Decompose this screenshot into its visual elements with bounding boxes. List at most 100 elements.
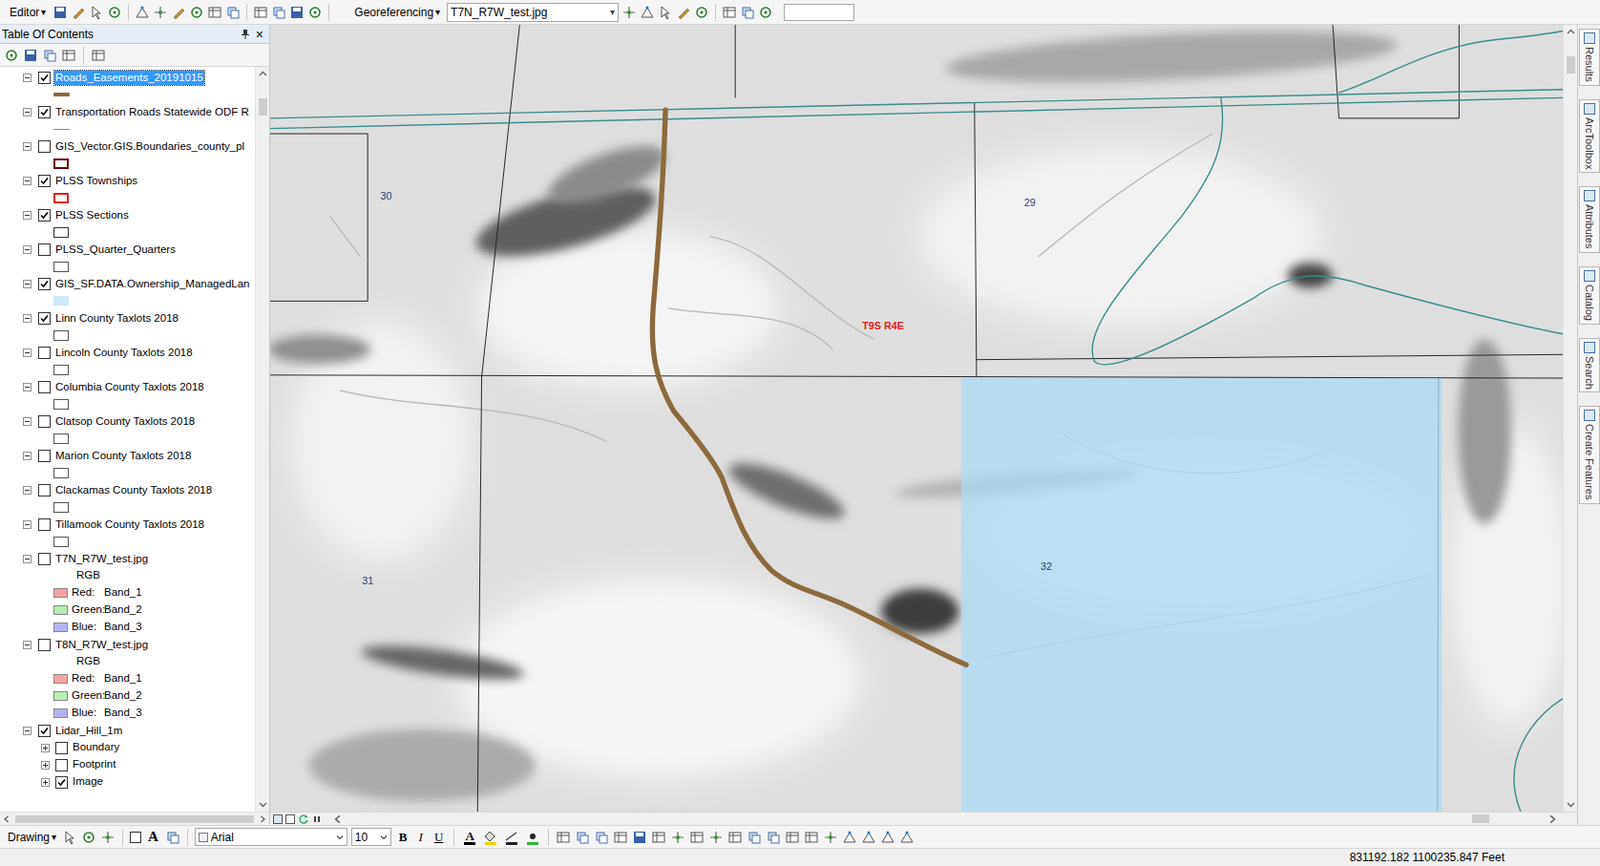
marker-color-icon[interactable] xyxy=(524,829,542,845)
layer-row[interactable]: Lidar_Hill_1m xyxy=(0,721,255,739)
dock-tab[interactable]: Catalog xyxy=(1578,266,1600,325)
scale-field[interactable] xyxy=(783,3,855,22)
layer-name[interactable]: PLSS Townships xyxy=(54,173,139,189)
toolbar-icon[interactable] xyxy=(670,829,686,845)
checkbox[interactable] xyxy=(38,105,51,119)
toolbar-icon[interactable] xyxy=(861,829,877,845)
checkbox[interactable] xyxy=(38,552,51,566)
checkbox[interactable] xyxy=(55,758,68,772)
toolbar-icon[interactable] xyxy=(639,4,655,21)
toolbar-icon[interactable] xyxy=(62,829,78,845)
layout-view-button[interactable] xyxy=(285,814,295,824)
editor-menu[interactable]: Editor▾ xyxy=(5,3,50,22)
scroll-right-icon[interactable] xyxy=(257,814,268,824)
drawing-menu[interactable]: Drawing▾ xyxy=(5,828,59,846)
size-dropdown[interactable]: 10 xyxy=(351,827,392,846)
toolbar-icon[interactable] xyxy=(621,4,637,21)
toc-horizontal-scrollbar[interactable] xyxy=(0,811,270,825)
checkbox[interactable] xyxy=(38,312,51,325)
layer-row[interactable]: GIS_Vector.GIS.Boundaries_county_pl xyxy=(0,137,255,155)
layer-dropdown[interactable]: T7N_R7W_test.jpg▾ xyxy=(446,2,619,22)
layer-row[interactable]: Lincoln County Taxlots 2018 xyxy=(0,343,255,361)
vertical-scrollbar[interactable] xyxy=(1562,24,1578,812)
toolbar-icon[interactable] xyxy=(721,4,737,21)
scroll-thumb[interactable] xyxy=(1566,56,1576,74)
layer-row[interactable]: GIS_SF.DATA.Ownership_ManagedLan xyxy=(0,274,255,293)
checkbox[interactable] xyxy=(38,71,51,85)
layer-row[interactable]: PLSS_Quarter_Quarters xyxy=(0,240,255,258)
toolbar-icon[interactable] xyxy=(657,4,674,21)
expand-toggle[interactable] xyxy=(41,743,50,753)
checkbox[interactable] xyxy=(55,776,68,789)
layer-row[interactable]: Tillamook County Taxlots 2018 xyxy=(0,515,255,533)
toolbar-icon[interactable] xyxy=(106,4,123,21)
layer-row[interactable]: Marion County Taxlots 2018 xyxy=(0,446,255,464)
toolbar-icon[interactable] xyxy=(784,829,800,845)
layer-row[interactable]: Roads_Easements_20191015 xyxy=(0,68,255,86)
toolbar-icon[interactable] xyxy=(225,4,241,21)
layer-name[interactable]: Lincoln County Taxlots 2018 xyxy=(54,345,194,360)
toolbar-icon[interactable] xyxy=(90,47,106,64)
expand-toggle[interactable] xyxy=(22,726,32,736)
layer-row[interactable]: Clatsop County Taxlots 2018 xyxy=(0,412,255,430)
toolbar-icon[interactable] xyxy=(765,829,781,845)
layer-name[interactable]: Columbia County Taxlots 2018 xyxy=(54,379,206,395)
scroll-right-icon[interactable] xyxy=(1546,813,1558,825)
checkbox[interactable] xyxy=(38,346,51,359)
font-color-button[interactable]: A xyxy=(461,829,479,845)
layer-name[interactable]: Transportation Roads Statewide ODF R xyxy=(54,105,251,120)
layer-row[interactable]: PLSS Townships xyxy=(0,171,255,190)
toolbar-icon[interactable] xyxy=(631,829,648,845)
layer-name[interactable]: Clatsop County Taxlots 2018 xyxy=(54,414,196,429)
toolbar-icon[interactable] xyxy=(207,4,223,21)
toolbar-icon[interactable] xyxy=(739,4,756,21)
expand-toggle[interactable] xyxy=(22,640,32,650)
expand-toggle[interactable] xyxy=(22,382,32,392)
scroll-up-icon[interactable] xyxy=(1563,24,1579,40)
toolbar-icon[interactable] xyxy=(289,4,305,21)
close-button[interactable]: × xyxy=(255,27,264,42)
bold-button[interactable]: B xyxy=(395,827,412,847)
toolbar-icon[interactable] xyxy=(593,829,610,845)
underline-button[interactable]: U xyxy=(430,827,447,847)
toolbar-icon[interactable] xyxy=(708,829,724,845)
checkbox[interactable] xyxy=(38,484,51,497)
checkbox[interactable] xyxy=(38,724,51,737)
expand-toggle[interactable] xyxy=(22,417,32,426)
layer-row[interactable]: Columbia County Taxlots 2018 xyxy=(0,378,255,396)
toolbar-icon[interactable] xyxy=(152,4,169,21)
dock-tab[interactable]: Results xyxy=(1578,28,1600,86)
layer-name[interactable]: T7N_R7W_test.jpg xyxy=(54,551,149,567)
toolbar-icon[interactable] xyxy=(165,829,181,845)
layer-name[interactable]: PLSS_Quarter_Quarters xyxy=(54,242,177,257)
toolbar-icon[interactable] xyxy=(899,829,915,845)
layer-name[interactable]: Lidar_Hill_1m xyxy=(54,723,124,738)
expand-toggle[interactable] xyxy=(22,314,32,323)
toolbar-icon[interactable] xyxy=(675,4,692,21)
toolbar-icon[interactable] xyxy=(100,829,116,845)
toolbar-icon[interactable] xyxy=(574,829,590,845)
scroll-up-icon[interactable] xyxy=(255,66,271,82)
toolbar-icon[interactable] xyxy=(81,829,97,845)
font-dropdown[interactable]: Arial xyxy=(194,827,348,846)
italic-button[interactable]: I xyxy=(415,827,427,847)
sublayer-row[interactable]: Image xyxy=(0,773,255,791)
rectangle-tool[interactable] xyxy=(129,831,142,843)
toolbar-icon[interactable] xyxy=(307,4,323,21)
data-view-button[interactable] xyxy=(273,814,283,824)
checkbox[interactable] xyxy=(38,140,51,153)
toolbar-icon[interactable] xyxy=(651,829,667,845)
layer-name[interactable]: GIS_Vector.GIS.Boundaries_county_pl xyxy=(54,139,246,154)
layer-row[interactable]: PLSS Sections xyxy=(0,206,255,224)
toolbar-icon[interactable] xyxy=(61,47,77,64)
sublayer-row[interactable]: Boundary xyxy=(0,738,255,757)
checkbox[interactable] xyxy=(38,415,51,428)
scroll-left-icon[interactable] xyxy=(1,814,12,824)
dock-tab[interactable]: Attributes xyxy=(1578,186,1600,253)
pin-icon[interactable] xyxy=(240,28,251,41)
scroll-down-icon[interactable] xyxy=(1563,797,1579,812)
line-color-icon[interactable] xyxy=(503,829,521,845)
toolbar-icon[interactable] xyxy=(42,47,58,64)
dock-tab[interactable]: ArcToolbox xyxy=(1578,99,1600,173)
toolbar-icon[interactable] xyxy=(88,4,105,21)
